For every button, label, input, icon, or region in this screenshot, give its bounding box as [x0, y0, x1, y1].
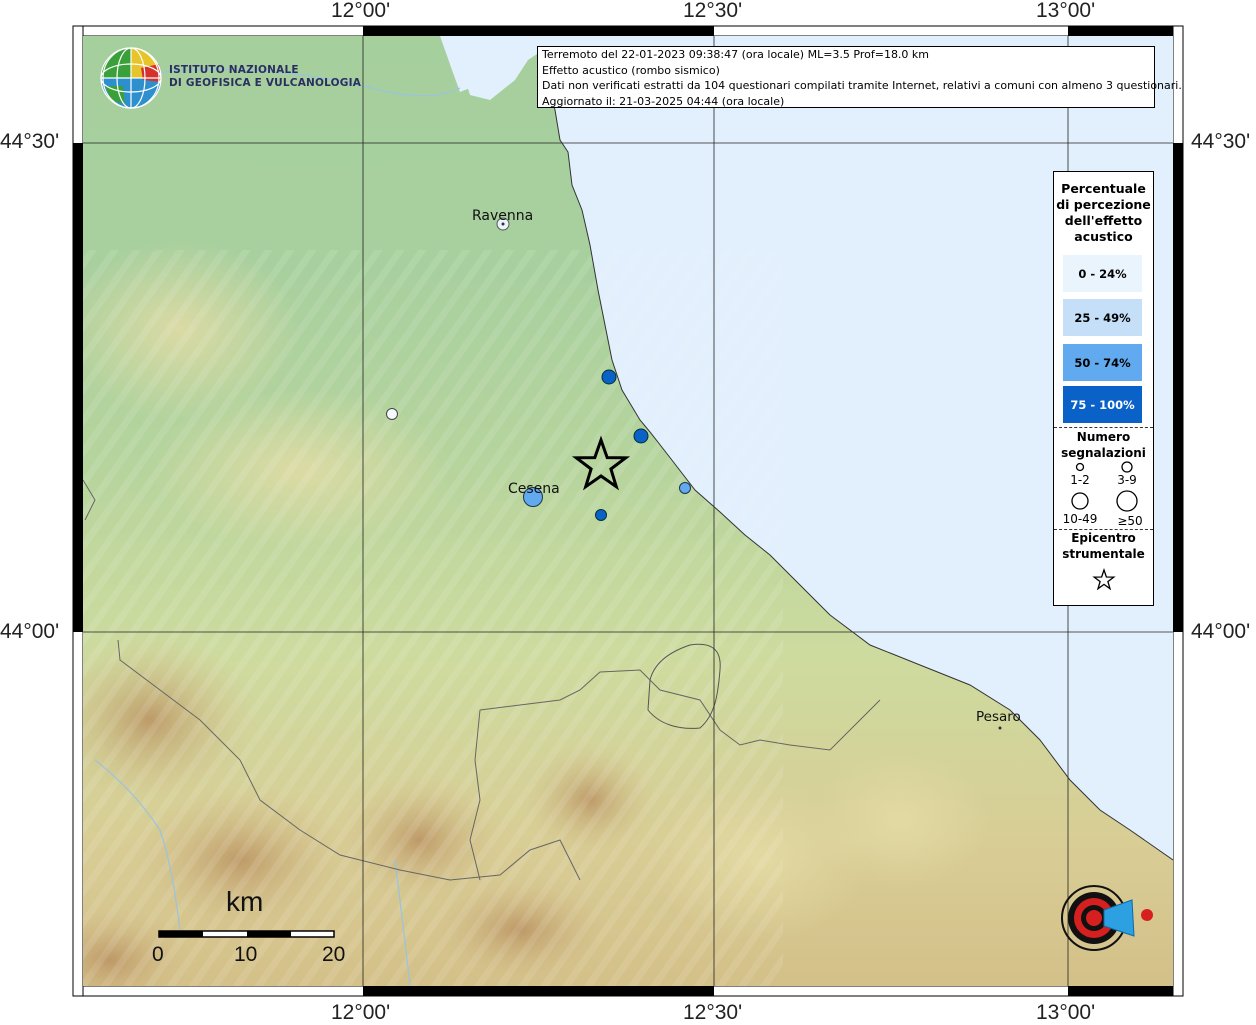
legend-title-line: dell'effetto	[1064, 213, 1143, 228]
lat-tick-left-1: 44°30'	[0, 130, 60, 153]
legend-size-50plus: ≥50	[1117, 514, 1143, 528]
scale-tick-10: 10	[234, 943, 258, 966]
legend-class-75-100: 75 - 100%	[1063, 386, 1142, 423]
point-75-100	[595, 509, 607, 521]
city-label-ravenna: Ravenna	[472, 208, 534, 224]
scale-bar	[158, 930, 335, 938]
lat-tick-right-1: 44°30'	[1191, 130, 1251, 153]
legend-class-25-49: 25 - 49%	[1063, 299, 1142, 336]
legend-size-1-2: 1-2	[1070, 473, 1090, 487]
lat-tick-right-2: 44°00'	[1191, 620, 1251, 643]
effect-type: Effetto acustico (rombo sismico)	[542, 63, 720, 77]
updated-date: Aggiornato il: 21-03-2025 04:44 (ora loc…	[542, 94, 785, 108]
city-label-cesena: Cesena	[508, 481, 560, 497]
legend-epicenter-title: Epicentro strumentale	[1054, 530, 1153, 562]
city-label-pesaro: Pesaro	[976, 709, 1021, 725]
lon-tick-bottom-2: 12°30'	[683, 1001, 743, 1024]
lon-tick-bottom-1: 12°00'	[331, 1001, 391, 1024]
legend-divider	[1054, 427, 1153, 428]
legend-class-50-74: 50 - 74%	[1063, 344, 1142, 381]
lat-tick-left-2: 44°00'	[0, 620, 60, 643]
ingv-line2: DI GEOFISICA E VULCANOLOGIA	[169, 77, 362, 89]
lon-tick-bottom-3: 13°00'	[1036, 1001, 1096, 1024]
legend-size-symbols	[1071, 461, 1138, 512]
lon-tick-top-3: 13°00'	[1036, 0, 1096, 22]
lon-tick-top-1: 12°00'	[331, 0, 391, 22]
point-50-74	[679, 482, 691, 494]
legend-title: Percentuale di percezione dell'effetto a…	[1054, 181, 1153, 245]
point-75-100	[601, 369, 617, 385]
event-title: Terremoto del 22-01-2023 09:38:47 (ora l…	[542, 48, 930, 61]
legend-title-line: Percentuale	[1061, 181, 1146, 196]
legend-epi-line: Epicentro	[1071, 531, 1136, 545]
scale-tick-0: 0	[152, 943, 164, 966]
ingv-logo-text: ISTITUTO NAZIONALE DI GEOFISICA E VULCAN…	[169, 64, 361, 90]
legend-size-10-49: 10-49	[1062, 512, 1098, 526]
ingv-line1: ISTITUTO NAZIONALE	[169, 64, 299, 76]
ingv-logo-icon	[100, 47, 162, 109]
legend-star-icon	[1092, 568, 1116, 591]
watermark-textpath: haisentitoilterremoto.it	[0, 0, 9, 5]
legend-size-3-9: 3-9	[1117, 473, 1137, 487]
point-75-100	[633, 428, 649, 444]
watermark-text: haisentitoilterremoto.it	[0, 0, 9, 5]
legend-class-0-24: 0 - 24%	[1063, 255, 1142, 292]
scale-unit: km	[226, 886, 264, 917]
scale-tick-20: 20	[322, 943, 346, 966]
point-0-24	[386, 408, 398, 420]
pesaro-marker	[998, 726, 1002, 730]
lon-tick-top-2: 12°30'	[683, 0, 743, 22]
event-info-box: Terremoto del 22-01-2023 09:38:47 (ora l…	[537, 46, 1182, 108]
legend-epi-line: strumentale	[1062, 547, 1145, 561]
legend-title-line: di percezione	[1056, 197, 1151, 212]
legend-title-line: acustico	[1074, 229, 1133, 244]
data-note: Dati non verificati estratti da 104 ques…	[542, 79, 1182, 92]
legend-panel: Percentuale di percezione dell'effetto a…	[1053, 171, 1154, 606]
legend-count-line: Numero	[1076, 430, 1131, 444]
